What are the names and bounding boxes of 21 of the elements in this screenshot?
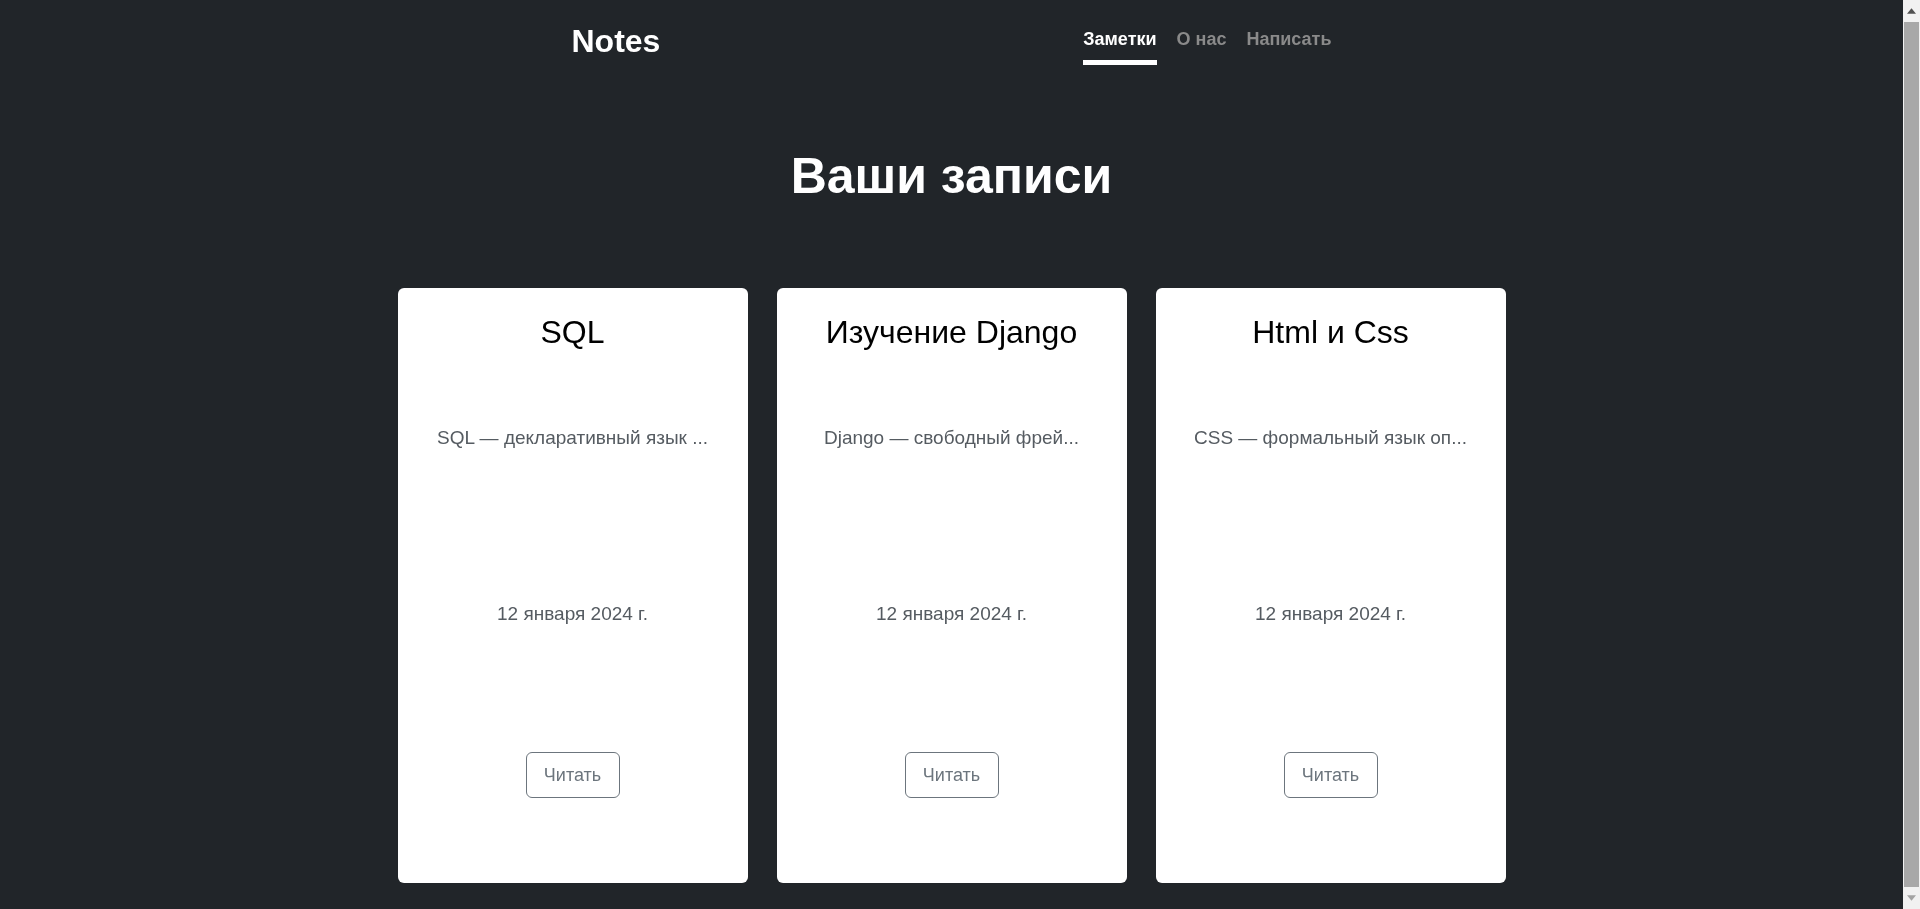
site-logo[interactable]: Notes	[571, 22, 661, 60]
read-button[interactable]: Читать	[1283, 752, 1378, 798]
scroll-down-icon[interactable]	[1907, 895, 1916, 901]
nav-link[interactable]: Заметки	[1083, 28, 1157, 65]
scroll-up-icon[interactable]	[1907, 8, 1916, 14]
scrollbar[interactable]	[1903, 0, 1920, 909]
note-title: SQL	[540, 313, 605, 352]
note-title: Изучение Django	[825, 313, 1078, 352]
note-date: 12 января 2024 г.	[497, 602, 648, 626]
note-title: Html и Css	[1252, 313, 1409, 352]
nav-link[interactable]: Написать	[1246, 28, 1332, 65]
nav-link[interactable]: О нас	[1176, 28, 1227, 65]
page-heading: Ваши записи	[790, 147, 1113, 206]
note-excerpt: SQL — декларативный язык ...	[437, 426, 708, 450]
note-date: 12 января 2024 г.	[876, 602, 1027, 626]
note-excerpt: Django — свободный фрей...	[823, 426, 1080, 450]
note-date: 12 января 2024 г.	[1255, 602, 1406, 626]
read-button[interactable]: Читать	[525, 752, 620, 798]
note-excerpt: CSS — формальный язык оп...	[1194, 426, 1467, 450]
read-button[interactable]: Читать	[904, 752, 999, 798]
scrollbar-thumb[interactable]	[1904, 22, 1919, 887]
